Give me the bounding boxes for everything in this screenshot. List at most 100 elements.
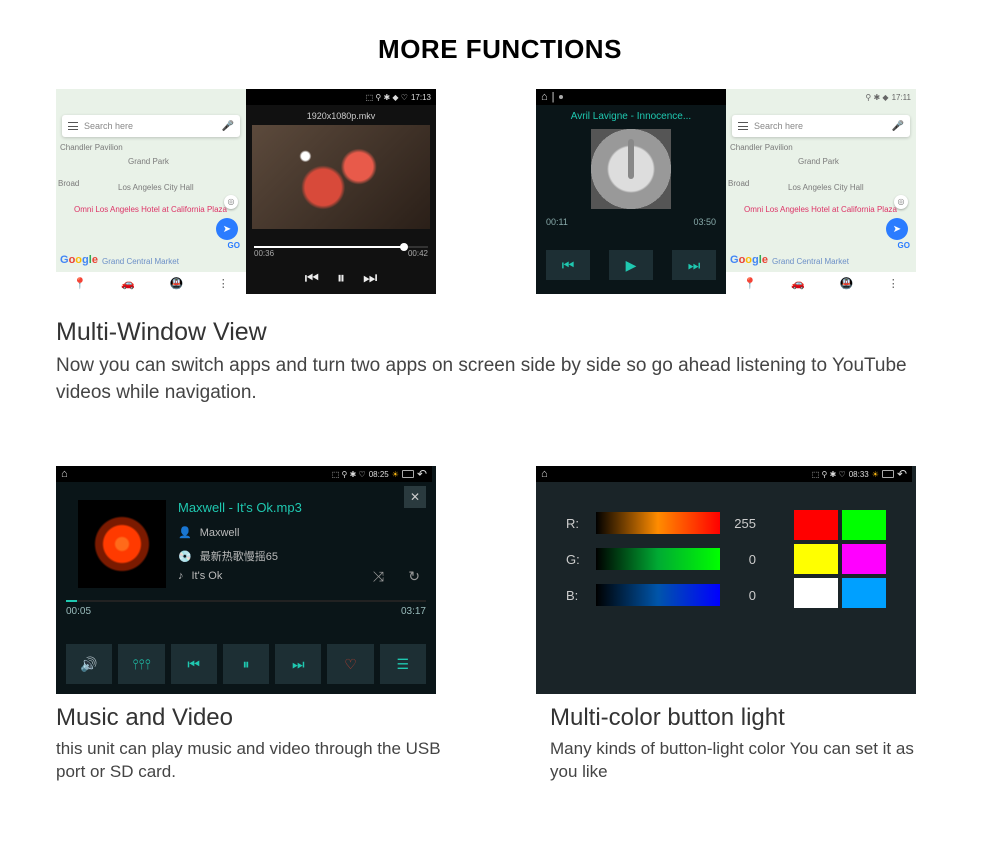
- home-icon[interactable]: ⌂: [541, 91, 548, 103]
- go-label: GO: [898, 241, 910, 250]
- map-poi: Broad: [58, 179, 79, 188]
- swatch[interactable]: [794, 544, 838, 574]
- section-multiwindow: Multi-Window View Now you can switch app…: [0, 306, 1000, 406]
- song: It's Ok: [192, 570, 223, 582]
- pause-icon[interactable]: ⏸: [337, 270, 345, 288]
- locate-icon[interactable]: ◎: [224, 195, 238, 209]
- album-art: [78, 500, 166, 588]
- status-time: 08:25: [369, 470, 389, 479]
- music-time-current: 00:11: [546, 217, 568, 227]
- pause-icon[interactable]: ⏸: [223, 644, 269, 684]
- artist: Maxwell: [200, 527, 240, 539]
- status-bar: ⚲ ✱ ◆ 17:11: [726, 89, 916, 105]
- recents-icon[interactable]: [882, 470, 894, 478]
- google-logo: Google: [60, 254, 98, 266]
- home-icon[interactable]: ⌂: [61, 468, 68, 480]
- section-heading: Multi-color button light: [550, 704, 944, 732]
- music-time-duration: 03:50: [693, 217, 716, 227]
- status-time: 08:33: [849, 470, 869, 479]
- status-time: 17:13: [411, 93, 431, 102]
- map-poi: Grand Central Market: [772, 257, 849, 266]
- track-title: Avril Lavigne - Innocence...: [546, 111, 716, 122]
- shuffle-icon[interactable]: ⤨: [373, 568, 384, 585]
- go-button[interactable]: [216, 218, 238, 240]
- transit-tab-icon[interactable]: 🚗: [121, 277, 135, 290]
- color-swatches: [794, 510, 886, 608]
- section-button-light: Multi-color button light Many kinds of b…: [550, 704, 944, 784]
- hamburger-icon[interactable]: [68, 122, 78, 130]
- map-search-bar[interactable]: Search here 🎤: [62, 115, 240, 137]
- album-icon: 💿: [178, 550, 192, 563]
- search-placeholder: Search here: [754, 121, 803, 131]
- hamburger-icon[interactable]: [738, 122, 748, 130]
- time-current: 00:05: [66, 606, 91, 617]
- next-icon[interactable]: ⏭: [672, 250, 716, 280]
- brightness-icon[interactable]: ☀: [872, 470, 879, 479]
- swatch[interactable]: [794, 578, 838, 608]
- swatch[interactable]: [842, 544, 886, 574]
- screenshot-music-player: ⌂ ⬚ ⚲ ✱ ♡ 08:25 ☀ ↶ Maxwell - It's Ok.mp…: [56, 466, 436, 694]
- next-icon[interactable]: ⏭: [275, 644, 321, 684]
- next-icon[interactable]: ⏭: [363, 270, 377, 288]
- video-progress[interactable]: [254, 246, 428, 248]
- recents-icon[interactable]: [402, 470, 414, 478]
- locate-icon[interactable]: ◎: [894, 195, 908, 209]
- close-icon[interactable]: ✕: [404, 486, 426, 508]
- map-poi: Los Angeles City Hall: [788, 183, 864, 192]
- album: 最新热歌慢摇65: [200, 548, 278, 564]
- brightness-icon[interactable]: ☀: [392, 470, 399, 479]
- playlist-icon[interactable]: ☰: [380, 644, 426, 684]
- section-body: this unit can play music and video throu…: [56, 738, 450, 784]
- b-value: 0: [728, 588, 756, 603]
- map-pane: ⚲ ✱ ◆ 17:11 Search here 🎤 Chandler Pavil…: [726, 89, 916, 294]
- status-bar: ⌂|: [536, 89, 726, 105]
- song-icon: ♪: [178, 570, 184, 582]
- play-icon[interactable]: ▶: [609, 250, 653, 280]
- video-frame[interactable]: [252, 125, 430, 229]
- google-logo: Google: [730, 254, 768, 266]
- back-icon[interactable]: ↶: [897, 467, 907, 481]
- progress-bar[interactable]: [66, 600, 426, 602]
- status-time: 17:11: [892, 93, 911, 102]
- train-tab-icon[interactable]: 🚇: [170, 277, 184, 290]
- prev-icon[interactable]: ⏮: [171, 644, 217, 684]
- favorite-icon[interactable]: ♡: [327, 644, 373, 684]
- map-poi: Grand Park: [128, 157, 169, 166]
- volume-icon[interactable]: 🔊: [66, 644, 112, 684]
- prev-icon[interactable]: ⏮: [305, 270, 319, 288]
- map-search-bar[interactable]: Search here 🎤: [732, 115, 910, 137]
- screenshot-multiwindow-music: ⌂| Avril Lavigne - Innocence... 00:11 03…: [536, 89, 916, 294]
- swatch[interactable]: [842, 510, 886, 540]
- repeat-icon[interactable]: ↻: [408, 568, 420, 585]
- mic-icon[interactable]: 🎤: [892, 121, 904, 132]
- go-button[interactable]: [886, 218, 908, 240]
- track-title: Maxwell - It's Ok.mp3: [178, 500, 302, 515]
- b-label: B:: [566, 588, 588, 603]
- location-tab-icon[interactable]: 📍: [73, 277, 87, 290]
- transit-tab-icon[interactable]: 🚗: [791, 277, 805, 290]
- r-label: R:: [566, 516, 588, 531]
- g-value: 0: [728, 552, 756, 567]
- mic-icon[interactable]: 🎤: [222, 121, 234, 132]
- r-slider[interactable]: [596, 512, 720, 534]
- map-pane: Search here 🎤 Chandler Pavilion Grand Pa…: [56, 89, 246, 294]
- g-slider[interactable]: [596, 548, 720, 570]
- b-slider[interactable]: [596, 584, 720, 606]
- train-tab-icon[interactable]: 🚇: [840, 277, 854, 290]
- prev-icon[interactable]: ⏮: [546, 250, 590, 280]
- video-filename: 1920x1080p.mkv: [246, 111, 436, 121]
- artist-icon: 👤: [178, 526, 192, 539]
- swatch[interactable]: [842, 578, 886, 608]
- back-icon[interactable]: ↶: [417, 467, 427, 481]
- more-icon[interactable]: ⋮: [218, 277, 229, 290]
- map-poi: Omni Los Angeles Hotel at California Pla…: [74, 205, 174, 214]
- equalizer-icon[interactable]: ⫯⫯⫯: [118, 644, 164, 684]
- map-poi: Grand Park: [798, 157, 839, 166]
- more-icon[interactable]: ⋮: [888, 277, 899, 290]
- video-pane: ⬚ ⚲ ✱ ◆ ♡ 17:13 1920x1080p.mkv 00:36 00:…: [246, 89, 436, 294]
- home-icon[interactable]: ⌂: [541, 468, 548, 480]
- swatch[interactable]: [794, 510, 838, 540]
- search-placeholder: Search here: [84, 121, 133, 131]
- section-heading: Multi-Window View: [56, 318, 944, 347]
- location-tab-icon[interactable]: 📍: [743, 277, 757, 290]
